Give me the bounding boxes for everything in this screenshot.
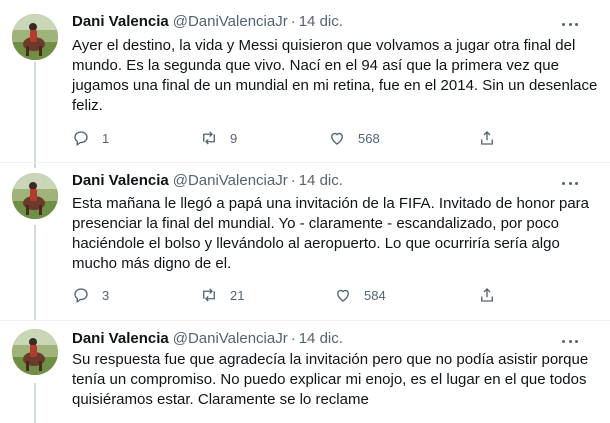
more-options-icon[interactable] (562, 177, 578, 189)
heart-icon (331, 132, 343, 145)
reply-icon (74, 131, 88, 147)
like-count: 568 (358, 130, 380, 146)
more-options-icon[interactable] (562, 18, 578, 30)
share-button[interactable] (478, 285, 496, 305)
share-icon (481, 288, 493, 302)
share-icon (481, 131, 493, 145)
retweet-button[interactable]: 21 (200, 285, 244, 305)
like-button[interactable]: 584 (334, 285, 386, 305)
tweet-header: Dani Valencia @DaniValenciaJr · 14 dic. (72, 171, 343, 191)
display-name[interactable]: Dani Valencia (72, 172, 169, 189)
user-avatar[interactable] (12, 14, 58, 60)
share-button[interactable] (478, 128, 496, 148)
tweet-header: Dani Valencia @DaniValenciaJr · 14 dic. (72, 12, 343, 32)
more-options-icon[interactable] (562, 335, 578, 347)
thread-connector-line (34, 225, 36, 320)
tweet-date[interactable]: 14 dic. (299, 172, 343, 189)
reply-icon (74, 288, 88, 304)
user-handle[interactable]: @DaniValenciaJr (173, 330, 288, 347)
tweet-date[interactable]: 14 dic. (299, 330, 343, 347)
retweet-button[interactable]: 9 (200, 128, 237, 148)
user-handle[interactable]: @DaniValenciaJr (173, 13, 288, 30)
reply-count: 3 (102, 287, 110, 303)
like-count: 584 (364, 287, 386, 303)
tweet-text: Su respuesta fue que agradecía la invita… (72, 351, 589, 408)
reply-count: 1 (102, 130, 110, 146)
avatar-photo-icon (12, 173, 58, 219)
tweet-actions: 1 9 568 (72, 128, 532, 148)
like-button[interactable]: 568 (328, 128, 380, 148)
tweet-2[interactable]: Dani Valencia @DaniValenciaJr · 14 dic. Est… (0, 163, 610, 320)
thread-connector-line (34, 62, 36, 168)
tweet-actions: 3 21 584 (72, 285, 532, 305)
separator-dot: · (290, 330, 296, 347)
retweet-icon (203, 131, 215, 145)
tweet-3[interactable]: Dani Valencia @DaniValenciaJr · 14 dic. Su … (0, 321, 610, 423)
tweet-text: Esta mañana le llegó a papá una invitaci… (72, 195, 590, 272)
retweet-count: 21 (230, 287, 245, 303)
tweet-1[interactable]: Dani Valencia @DaniValenciaJr · 14 dic. Aye… (0, 0, 610, 168)
retweet-icon (203, 288, 215, 302)
display-name[interactable]: Dani Valencia (72, 330, 169, 347)
user-avatar[interactable] (12, 329, 58, 375)
user-handle[interactable]: @DaniValenciaJr (173, 172, 288, 189)
display-name[interactable]: Dani Valencia (72, 13, 169, 30)
separator-dot: · (290, 172, 296, 189)
tweet-date[interactable]: 14 dic. (299, 13, 343, 30)
heart-icon (337, 289, 349, 302)
thread-connector-line (34, 383, 36, 423)
reply-button[interactable]: 1 (72, 128, 109, 148)
tweet-text: Ayer el destino, la vida y Messi quisier… (72, 37, 598, 114)
reply-button[interactable]: 3 (72, 285, 109, 305)
avatar-photo-icon (12, 329, 58, 375)
retweet-count: 9 (230, 130, 238, 146)
separator-dot: · (290, 13, 296, 30)
avatar-photo-icon (12, 14, 58, 60)
tweet-header: Dani Valencia @DaniValenciaJr · 14 dic. (72, 329, 343, 349)
user-avatar[interactable] (12, 173, 58, 219)
